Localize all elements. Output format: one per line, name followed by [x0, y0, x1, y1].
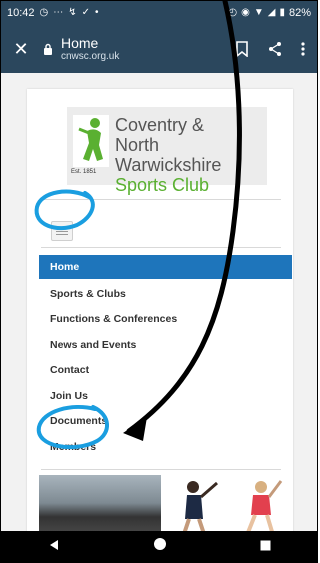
page-title: Home [61, 35, 99, 51]
more-vert-icon[interactable] [301, 41, 305, 57]
status-time: 10:42 [7, 7, 35, 19]
hamburger-menu-button[interactable] [51, 221, 73, 241]
home-circle-icon[interactable] [153, 537, 167, 556]
status-bar: 10:42 ◷ ⋯ ↯ ✓ • ◴ ◉ ▼ ◢ ▮ 82% [1, 1, 317, 25]
menu-item-documents[interactable]: Documents [39, 409, 292, 435]
battery-icon: ▮ [279, 7, 285, 18]
menu-item-members[interactable]: Members [39, 434, 292, 460]
browser-toolbar: ✕ Home cnwsc.org.uk [1, 25, 317, 73]
bookmark-icon[interactable] [235, 41, 249, 57]
menu-item-functions-conferences[interactable]: Functions & Conferences [39, 307, 292, 333]
menu-bar-icon [56, 227, 68, 229]
club-logo[interactable]: Coventry & North Warwickshire Sports Clu… [67, 107, 267, 195]
player-photo-2[interactable] [233, 475, 289, 531]
logo-figure-icon [73, 115, 109, 167]
alarm-icon: ◴ [228, 7, 238, 18]
menu-item-home[interactable]: Home [39, 255, 292, 279]
system-nav-bar [1, 531, 317, 562]
phone-screen: 10:42 ◷ ⋯ ↯ ✓ • ◴ ◉ ▼ ◢ ▮ 82% ✕ Home cnw… [0, 0, 318, 563]
menu-bar-icon [56, 230, 68, 232]
vibrate-icon: ◉ [241, 7, 250, 18]
share-icon[interactable] [267, 41, 283, 57]
back-triangle-icon[interactable] [48, 538, 60, 556]
close-icon[interactable]: ✕ [1, 39, 41, 60]
battery-percent: 82% [288, 7, 311, 19]
player-photo-1[interactable] [167, 475, 223, 531]
divider [41, 247, 281, 248]
download-done-icon: ✓ [81, 7, 91, 18]
divider [41, 469, 281, 470]
voicemail-icon: ⋯ [53, 7, 64, 18]
recents-square-icon[interactable] [260, 538, 271, 556]
signal-icon: ◢ [267, 7, 276, 18]
logo-line-3: Sports Club [115, 175, 210, 195]
logo-established: Est. 1851 [71, 169, 97, 175]
divider [41, 199, 281, 200]
nav-menu: Home Sports & Clubs Functions & Conferen… [39, 255, 292, 460]
wifi-icon: ▼ [253, 7, 264, 18]
site-page: Coventry & North Warwickshire Sports Clu… [27, 89, 293, 531]
logo-line-1: Coventry & [115, 115, 205, 135]
clock-icon: ◷ [39, 7, 49, 18]
menu-item-news-events[interactable]: News and Events [39, 332, 292, 358]
menu-item-join-us[interactable]: Join Us [39, 383, 292, 409]
menu-item-contact[interactable]: Contact [39, 358, 292, 384]
logo-wordmark: Coventry & North Warwickshire Sports Clu… [115, 115, 267, 195]
lock-icon [41, 43, 55, 55]
notification-dot-icon: • [95, 7, 99, 18]
web-content: Coventry & North Warwickshire Sports Clu… [1, 73, 317, 531]
team-photo[interactable] [39, 475, 161, 531]
logo-line-2: North Warwickshire [115, 135, 222, 175]
menu-item-sports-clubs[interactable]: Sports & Clubs [39, 281, 292, 307]
page-title-block[interactable]: Home cnwsc.org.uk [61, 35, 119, 63]
page-url: cnwsc.org.uk [61, 51, 120, 62]
menu-bar-icon [56, 233, 68, 235]
missed-call-icon: ↯ [68, 7, 77, 18]
